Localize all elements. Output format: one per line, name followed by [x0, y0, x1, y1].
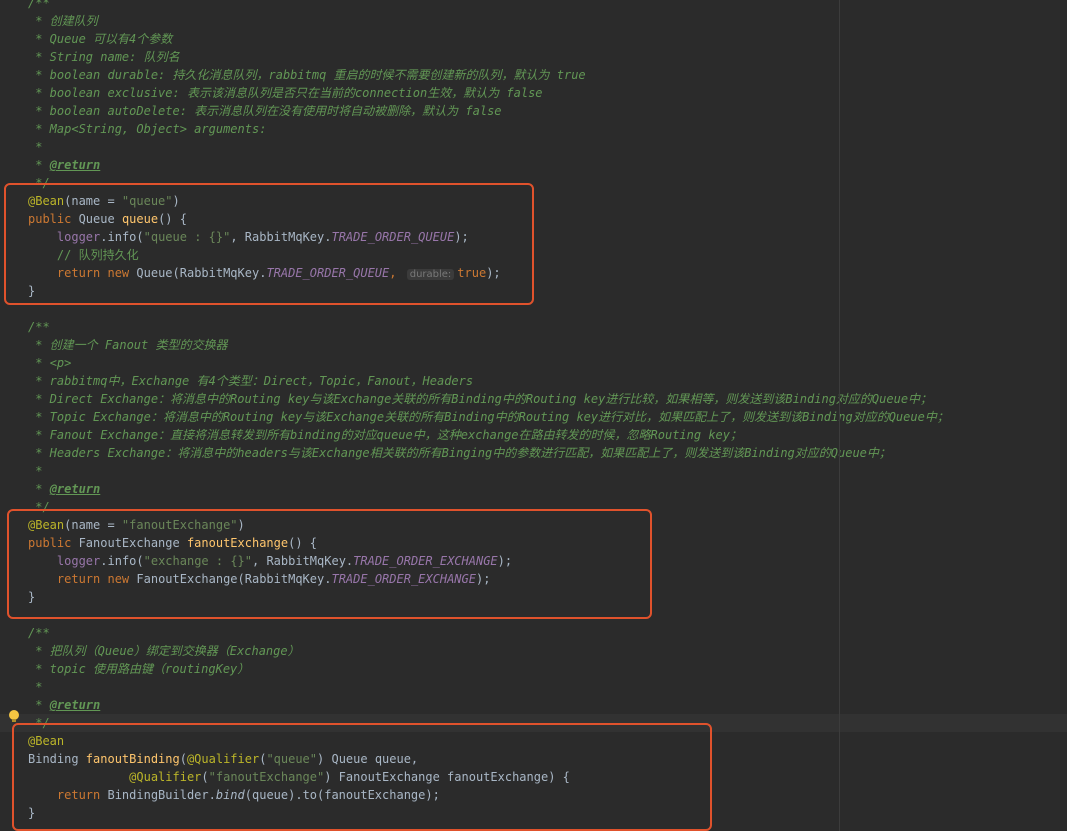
code-line[interactable]: * @return	[0, 696, 1067, 714]
code-line[interactable]: *	[0, 138, 1067, 156]
code-line[interactable]: * boolean durable: 持久化消息队列，rabbitmq 重启的时…	[0, 66, 1067, 84]
code-line[interactable]: * rabbitmq中，Exchange 有4个类型：Direct，Topic，…	[0, 372, 1067, 390]
code-token: *	[28, 680, 43, 694]
code-token: * boolean autoDelete: 表示消息队列在没有使用时将自动被删除…	[28, 104, 502, 118]
code-token: * Direct Exchange：将消息中的Routing key与该Exch…	[28, 392, 933, 406]
code-line[interactable]: * Map<String, Object> arguments:	[0, 120, 1067, 138]
code-line[interactable]: * 创建一个 Fanout 类型的交换器	[0, 336, 1067, 354]
code-line[interactable]: * 创建队列	[0, 12, 1067, 30]
code-line[interactable]: *	[0, 678, 1067, 696]
code-line[interactable]: * @return	[0, 156, 1067, 174]
code-token: * 把队列（Queue）绑定到交换器（Exchange）	[28, 644, 300, 658]
code-token: *	[28, 140, 43, 154]
code-line[interactable]: * boolean exclusive: 表示该消息队列是否只在当前的conne…	[0, 84, 1067, 102]
code-token: /**	[28, 320, 50, 334]
code-token: * topic 使用路由键（routingKey）	[28, 662, 250, 676]
code-line[interactable]: * Queue 可以有4个参数	[0, 30, 1067, 48]
code-line[interactable]: /**	[0, 624, 1067, 642]
code-token: * rabbitmq中，Exchange 有4个类型：Direct，Topic，…	[28, 374, 474, 388]
code-line[interactable]: * @return	[0, 480, 1067, 498]
code-line[interactable]: * Direct Exchange：将消息中的Routing key与该Exch…	[0, 390, 1067, 408]
code-line[interactable]: /**	[0, 0, 1067, 12]
lightbulb-icon[interactable]	[9, 710, 19, 722]
highlight-box-queue-bean	[4, 183, 534, 305]
code-line[interactable]: * Topic Exchange：将消息中的Routing key与该Excha…	[0, 408, 1067, 426]
code-line[interactable]: * <p>	[0, 354, 1067, 372]
code-token: * Map<String, Object> arguments:	[28, 122, 267, 136]
code-token: * String name: 队列名	[28, 50, 180, 64]
highlight-box-binding-bean	[12, 723, 712, 831]
code-token: * Headers Exchange：将消息中的headers与该Exchang…	[28, 446, 891, 460]
code-token: *	[28, 698, 50, 712]
code-line[interactable]: * Headers Exchange：将消息中的headers与该Exchang…	[0, 444, 1067, 462]
code-line[interactable]: *	[0, 462, 1067, 480]
code-token: @return	[49, 158, 101, 172]
code-line[interactable]: * boolean autoDelete: 表示消息队列在没有使用时将自动被删除…	[0, 102, 1067, 120]
code-token: @return	[49, 482, 101, 496]
code-token: *	[28, 158, 50, 172]
code-line[interactable]: * topic 使用路由键（routingKey）	[0, 660, 1067, 678]
code-token: * Fanout Exchange：直接将消息转发到所有binding的对应qu…	[28, 428, 743, 442]
code-token: *	[28, 482, 50, 496]
code-token: * boolean durable: 持久化消息队列，rabbitmq 重启的时…	[28, 68, 586, 82]
code-token: * 创建一个 Fanout 类型的交换器	[28, 338, 228, 352]
code-token: *	[28, 464, 43, 478]
code-token: /**	[28, 626, 50, 640]
code-editor[interactable]: /** * 创建队列 * Queue 可以有4个参数 * String name…	[0, 0, 1067, 831]
code-token: * 创建队列	[28, 14, 98, 28]
code-token: <p>	[49, 356, 72, 370]
code-token: @return	[49, 698, 101, 712]
code-line[interactable]: * String name: 队列名	[0, 48, 1067, 66]
right-margin-guide	[839, 0, 840, 831]
code-token: *	[28, 356, 50, 370]
code-line[interactable]: * 把队列（Queue）绑定到交换器（Exchange）	[0, 642, 1067, 660]
code-token: * Queue 可以有4个参数	[28, 32, 173, 46]
code-token: * boolean exclusive: 表示该消息队列是否只在当前的conne…	[28, 86, 543, 100]
code-token: /**	[28, 0, 50, 10]
code-line[interactable]: * Fanout Exchange：直接将消息转发到所有binding的对应qu…	[0, 426, 1067, 444]
code-line[interactable]: /**	[0, 318, 1067, 336]
code-token: * Topic Exchange：将消息中的Routing key与该Excha…	[28, 410, 949, 424]
highlight-box-exchange-bean	[7, 509, 652, 619]
